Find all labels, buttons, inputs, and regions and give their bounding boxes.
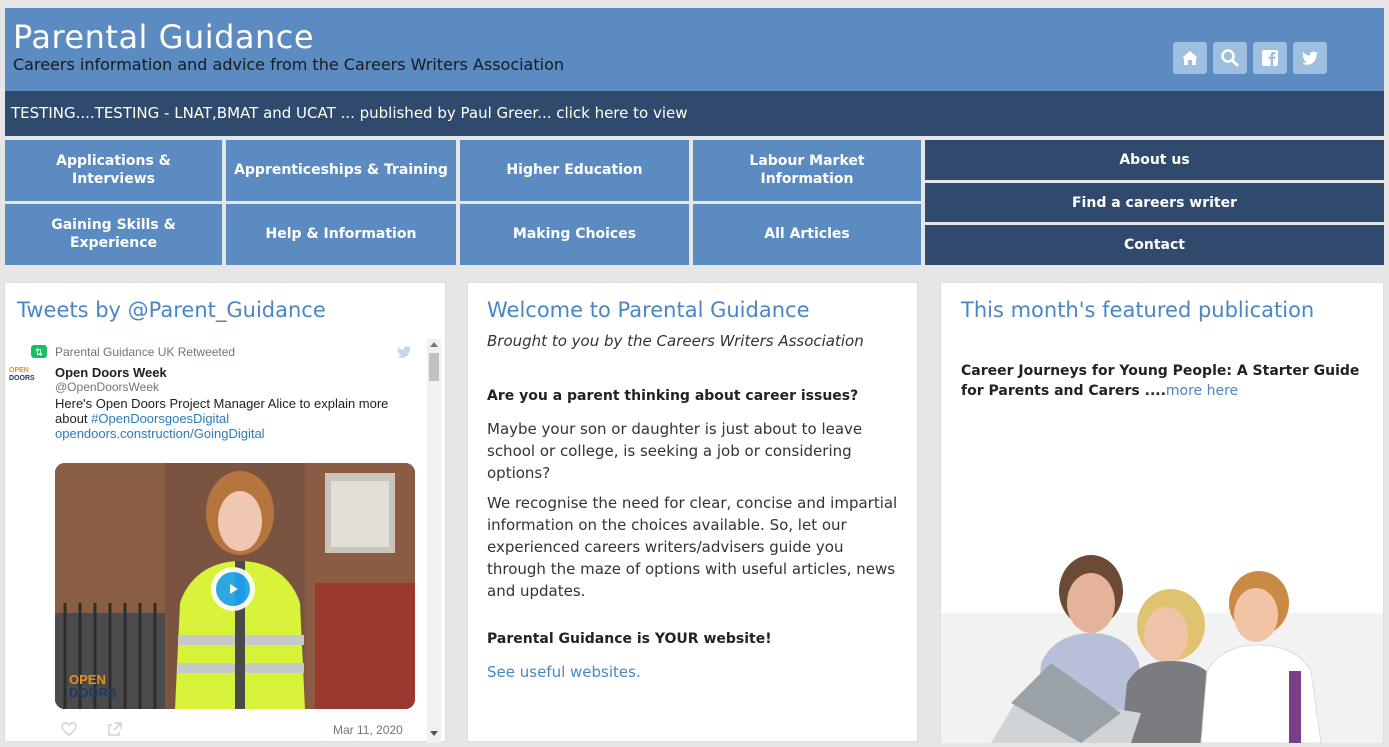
- nav-all-articles[interactable]: All Articles: [693, 204, 921, 265]
- welcome-subtitle: Brought to you by the Careers Writers As…: [487, 332, 864, 350]
- play-icon[interactable]: [211, 567, 255, 611]
- tweets-panel: Tweets by @Parent_Guidance Parental Guid…: [4, 282, 446, 743]
- tweet-link[interactable]: opendoors.construction/GoingDigital: [55, 426, 265, 441]
- tweet-text: Here's Open Doors Project Manager Alice …: [55, 396, 395, 441]
- avatar[interactable]: OPEN DOORS: [9, 367, 45, 391]
- welcome-para-2: We recognise the need for clear, concise…: [487, 494, 898, 600]
- retweet-icon: [31, 345, 47, 358]
- like-icon[interactable]: [61, 721, 77, 741]
- twitter-bird-icon: [395, 343, 413, 365]
- nav-higher-education[interactable]: Higher Education: [460, 140, 689, 201]
- video-logo: OPEN DOORS: [69, 672, 117, 700]
- tweets-heading[interactable]: Tweets by @Parent_Guidance: [17, 295, 326, 325]
- featured-photo: [941, 553, 1383, 743]
- welcome-para-1: Maybe your son or daughter is just about…: [487, 420, 863, 482]
- nav-help-information[interactable]: Help & Information: [226, 204, 456, 265]
- nav-gaining-skills-experience[interactable]: Gaining Skills & Experience: [5, 204, 222, 265]
- tweet-hashtag[interactable]: #OpenDoorsgoesDigital: [91, 411, 229, 426]
- nav-about-us[interactable]: About us: [925, 140, 1384, 180]
- retweeted-by: Parental Guidance UK Retweeted: [55, 345, 236, 359]
- site-header: Parental Guidance Careers information an…: [5, 8, 1384, 91]
- home-icon[interactable]: [1173, 42, 1207, 74]
- scroll-up-arrow-icon[interactable]: [430, 342, 438, 347]
- nav-applications-interviews[interactable]: Applications & Interviews: [5, 140, 222, 201]
- tweet-video-thumbnail[interactable]: OPEN DOORS: [55, 463, 415, 709]
- featured-panel: This month's featured publication Career…: [940, 282, 1384, 743]
- tweets-scrollbar[interactable]: [427, 339, 441, 743]
- tweet-author-name[interactable]: Open Doors Week: [55, 365, 167, 380]
- site-tagline: Careers information and advice from the …: [13, 55, 565, 74]
- announcement-bar[interactable]: TESTING....TESTING - LNAT,BMAT and UCAT …: [5, 91, 1384, 136]
- facebook-icon[interactable]: [1253, 42, 1287, 74]
- nav-contact[interactable]: Contact: [925, 225, 1384, 265]
- people-photo-scene: [941, 553, 1383, 743]
- tweet-date[interactable]: Mar 11, 2020: [333, 723, 403, 737]
- welcome-panel: Welcome to Parental Guidance Brought to …: [467, 282, 918, 742]
- welcome-question: Are you a parent thinking about career i…: [487, 388, 859, 404]
- featured-more-link[interactable]: more here: [1166, 383, 1238, 399]
- twitter-icon[interactable]: [1293, 42, 1327, 74]
- featured-publication-title: Career Journeys for Young People: A Star…: [961, 363, 1360, 399]
- site-title[interactable]: Parental Guidance: [13, 18, 314, 56]
- featured-text: Career Journeys for Young People: A Star…: [961, 361, 1361, 401]
- welcome-tagline: Parental Guidance is YOUR website!: [487, 631, 772, 647]
- nav-apprenticeships-training[interactable]: Apprenticeships & Training: [226, 140, 456, 201]
- nav-find-careers-writer[interactable]: Find a careers writer: [925, 183, 1384, 222]
- scroll-down-arrow-icon[interactable]: [430, 731, 438, 736]
- search-icon[interactable]: [1213, 42, 1247, 74]
- featured-heading: This month's featured publication: [961, 298, 1315, 322]
- welcome-heading: Welcome to Parental Guidance: [487, 298, 810, 322]
- scroll-thumb[interactable]: [429, 353, 439, 381]
- twitter-timeline[interactable]: Parental Guidance UK Retweeted OPEN DOOR…: [9, 337, 445, 747]
- tweet-author-handle[interactable]: @OpenDoorsWeek: [55, 380, 159, 394]
- nav-making-choices[interactable]: Making Choices: [460, 204, 689, 265]
- nav-labour-market-information[interactable]: Labour Market Information: [693, 140, 921, 201]
- share-icon[interactable]: [107, 721, 123, 741]
- useful-websites-link[interactable]: See useful websites.: [487, 661, 641, 683]
